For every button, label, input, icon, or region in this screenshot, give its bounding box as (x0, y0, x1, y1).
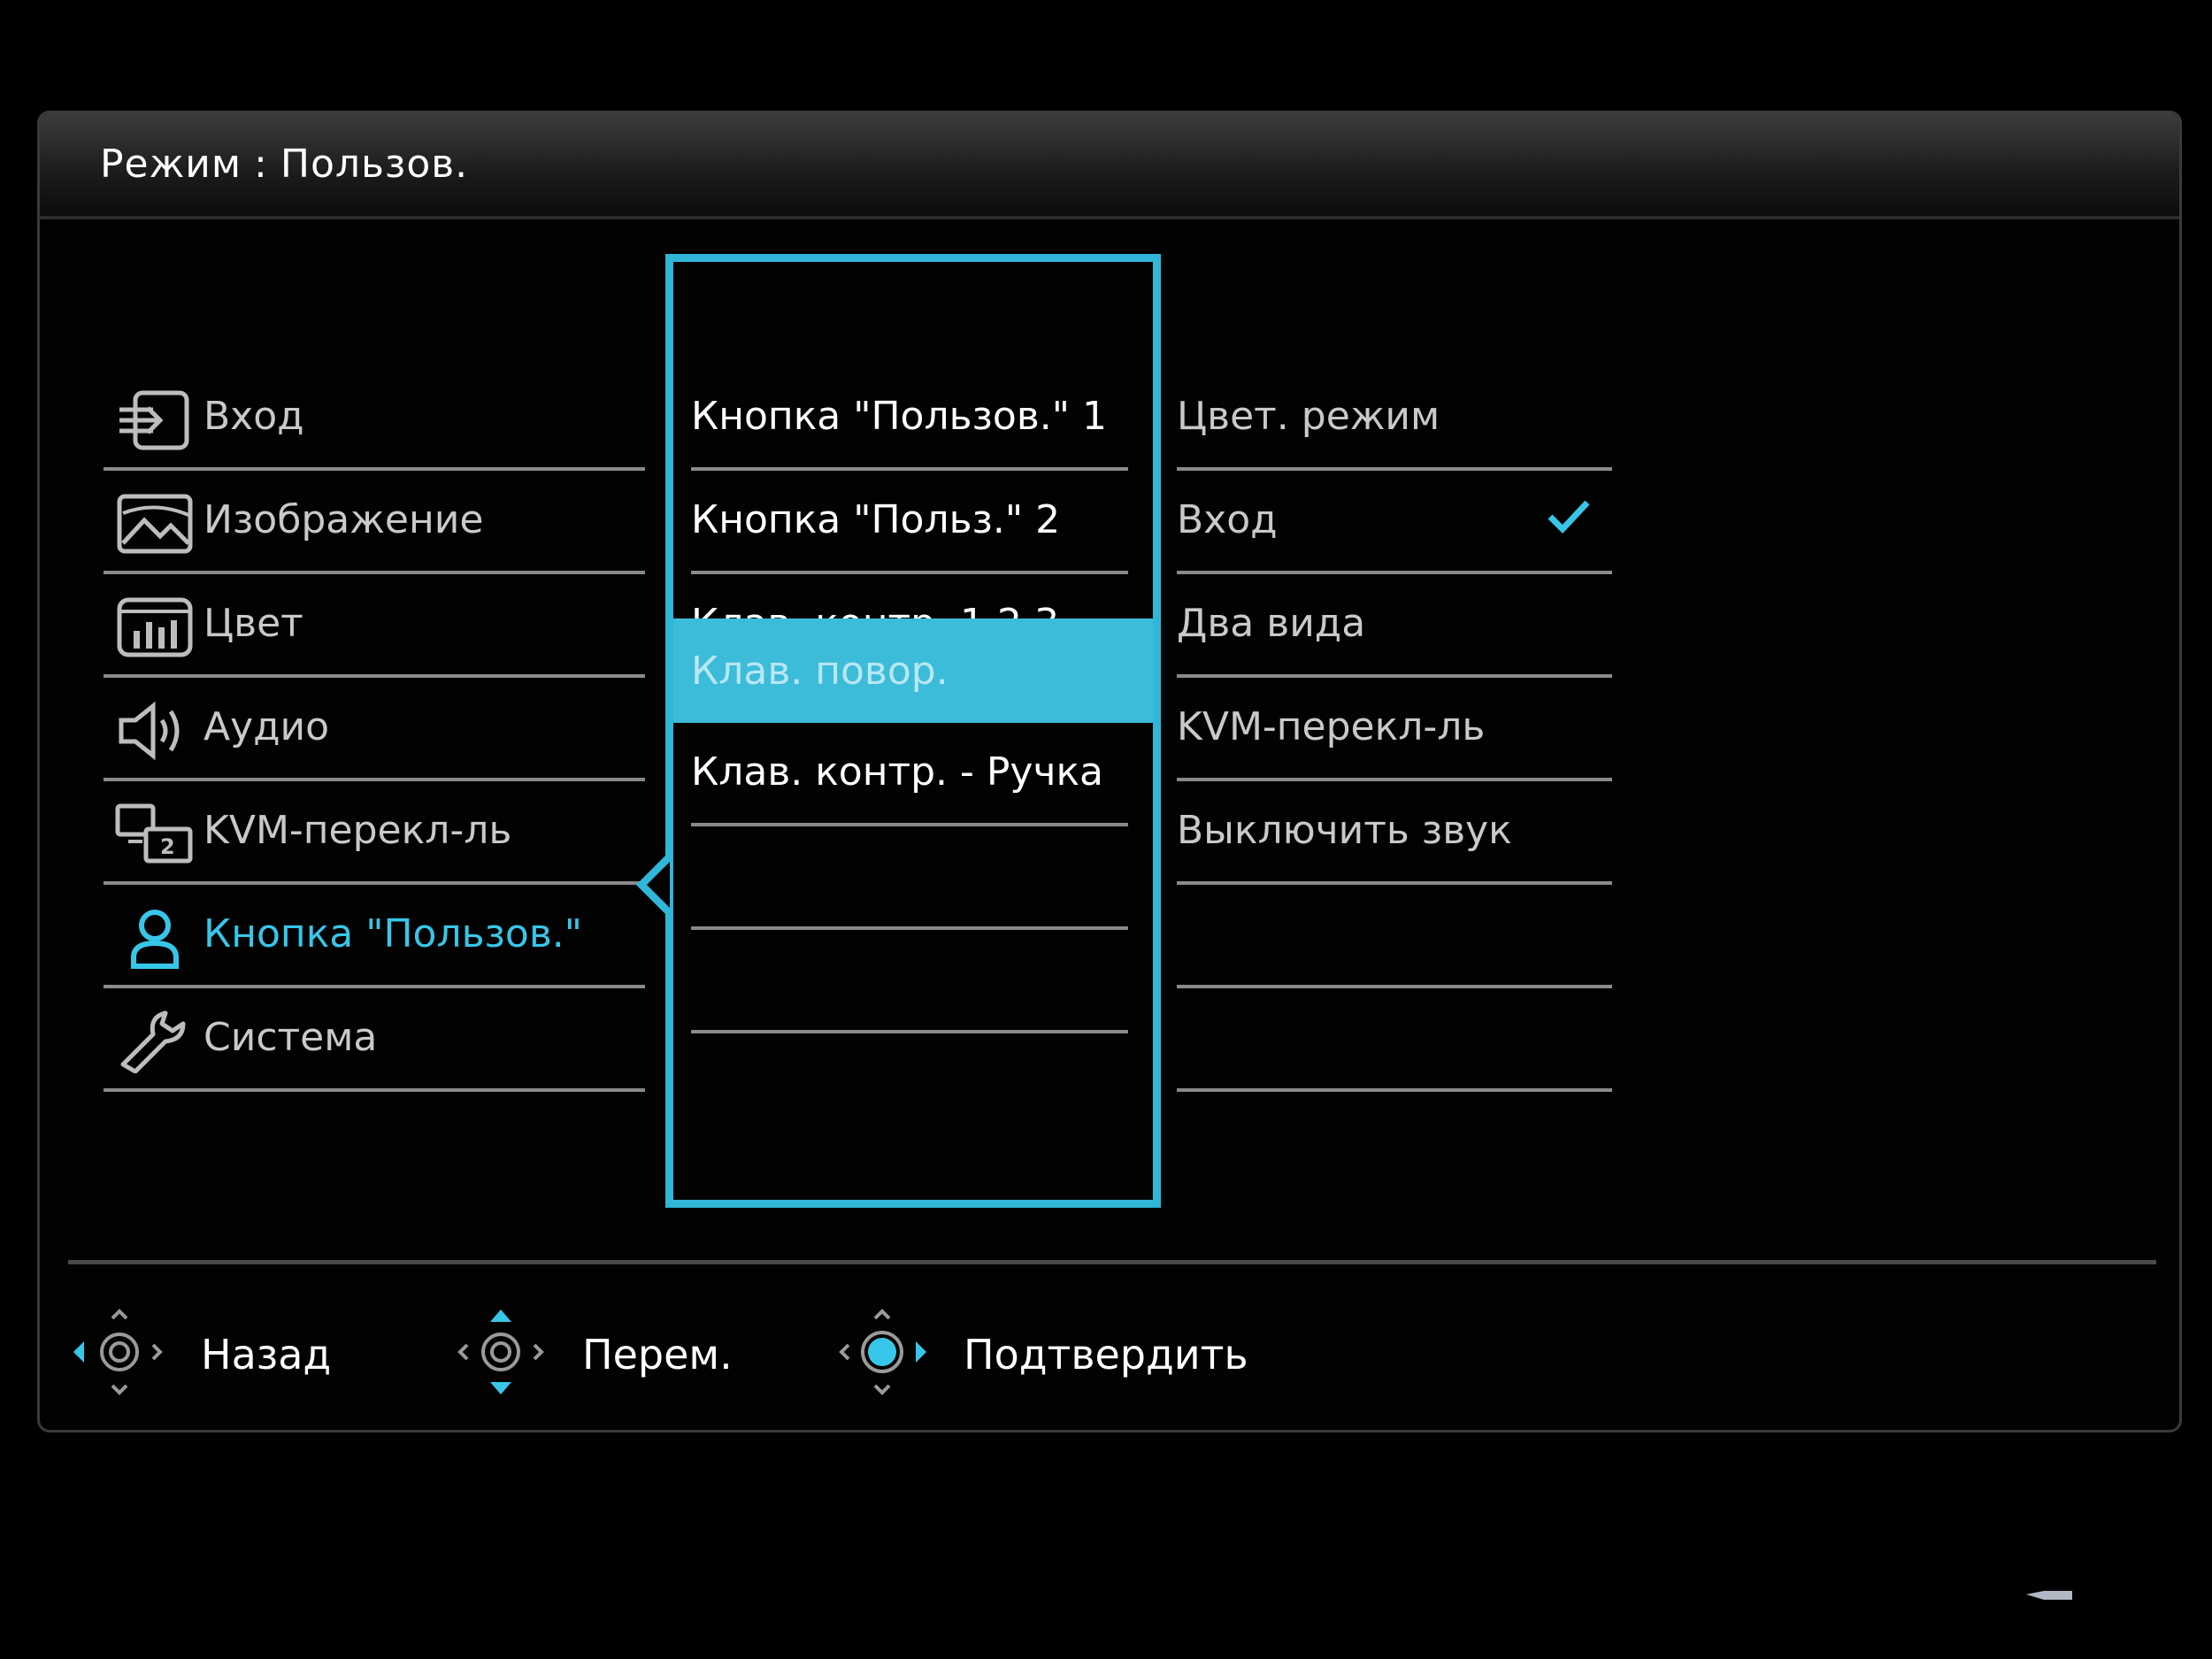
submenu-label: Клав. контр. - Ручка (691, 749, 1103, 795)
left-menu-label: Вход (204, 394, 304, 439)
left-menu-label: Изображение (204, 497, 484, 542)
svg-text:2: 2 (160, 834, 175, 859)
title-separator: : (254, 142, 268, 187)
option-label: Два вида (1177, 601, 1366, 646)
user-icon (131, 910, 179, 969)
picture-icon (117, 494, 193, 554)
left-menu-item-custom-key[interactable]: Кнопка "Пользов." (104, 885, 645, 988)
osd-title-bar: Режим: Пользов. (40, 113, 2179, 219)
left-menu-item-picture[interactable]: Изображение (104, 471, 645, 574)
option-empty-row (1177, 885, 1612, 988)
option-dual-view[interactable]: Два вида (1177, 574, 1612, 678)
left-menu-label: Система (204, 1015, 378, 1060)
left-menu-item-color[interactable]: Цвет (104, 574, 645, 678)
option-kvm-switch[interactable]: KVM-перекл-ль (1177, 678, 1612, 781)
hint-label: Назад (201, 1331, 332, 1379)
wrench-icon (120, 1010, 186, 1073)
submenu-item-rotate-key[interactable]: Клав. повор. (673, 618, 1153, 723)
page-title: Режим: Пользов. (100, 142, 468, 187)
joystick-left-icon (73, 1309, 163, 1395)
color-chart-icon (117, 597, 193, 657)
option-label: KVM-перекл-ль (1177, 704, 1486, 749)
footer-divider (68, 1260, 2156, 1264)
osd-panel: Режим: Пользов. Вход Изображение Цвет Ау… (37, 111, 2182, 1432)
left-menu-label: Кнопка "Пользов." (204, 911, 582, 956)
submenu-label: Кнопка "Пользов." 1 (691, 394, 1107, 439)
option-empty-row (1177, 988, 1612, 1092)
monitor-led-icon (2026, 1591, 2072, 1600)
option-label: Выключить звук (1177, 808, 1512, 853)
title-value: Пользов. (280, 142, 469, 187)
joystick-updown-icon (457, 1310, 544, 1394)
submenu-empty-row (691, 826, 1128, 930)
speaker-icon (119, 701, 180, 761)
left-menu-item-input[interactable]: Вход (104, 367, 645, 471)
submenu-item-custom-key-2[interactable]: Кнопка "Польз." 2 (691, 471, 1128, 574)
left-menu-item-audio[interactable]: Аудио (104, 678, 645, 781)
input-icon (119, 390, 189, 450)
option-color-mode[interactable]: Цвет. режим (1177, 367, 1612, 471)
option-mute[interactable]: Выключить звук (1177, 781, 1612, 885)
left-menu-label: Цвет (204, 601, 303, 646)
kvm-switch-icon: 2 (115, 803, 193, 864)
submenu-empty-row (691, 930, 1128, 1033)
submenu-item-keypad-knob[interactable]: Клав. контр. - Ручка (691, 723, 1128, 826)
joystick-press-icon (839, 1309, 926, 1395)
left-menu-item-system[interactable]: Система (104, 988, 645, 1092)
checkmark-icon (1548, 500, 1590, 534)
submenu-label: Кнопка "Польз." 2 (691, 497, 1061, 542)
left-menu-label: Аудио (204, 704, 330, 749)
left-menu-item-kvm[interactable]: 2 KVM-перекл-ль (104, 781, 645, 885)
hint-label: Подтвердить (964, 1331, 1248, 1379)
submenu-label: Клав. повор. (691, 649, 949, 694)
option-label: Цвет. режим (1177, 394, 1440, 439)
option-input[interactable]: Вход (1177, 471, 1612, 574)
submenu-item-custom-key-1[interactable]: Кнопка "Пользов." 1 (691, 367, 1128, 471)
title-label: Режим (100, 142, 242, 187)
left-menu-label: KVM-перекл-ль (204, 808, 512, 853)
option-label: Вход (1177, 497, 1278, 542)
hint-label: Перем. (582, 1331, 733, 1379)
